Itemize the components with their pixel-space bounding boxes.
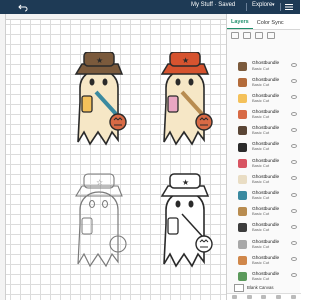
layer-item[interactable]: Ghostbundle Basic Cut — [227, 171, 301, 187]
hamburger-menu-icon[interactable] — [285, 3, 293, 11]
layer-operation: Basic Cut — [252, 211, 270, 217]
eye-icon[interactable] — [291, 176, 297, 181]
layer-operation: Basic Cut — [252, 178, 270, 184]
eye-icon[interactable] — [291, 257, 297, 262]
attach-icon[interactable] — [261, 295, 267, 299]
eye-icon[interactable] — [291, 160, 297, 165]
layer-operation: Basic Cut — [252, 275, 270, 281]
eye-icon[interactable] — [291, 143, 297, 148]
combine-icon[interactable] — [246, 295, 252, 299]
layer-thumbnail — [238, 174, 247, 184]
delete-icon[interactable] — [267, 32, 275, 39]
layer-item[interactable]: Ghostbundle Basic Cut — [227, 74, 301, 90]
eye-icon[interactable] — [291, 111, 297, 116]
layer-thumbnail — [238, 93, 247, 103]
layer-thumbnail — [238, 61, 247, 71]
flatten-icon[interactable] — [276, 295, 282, 299]
blank-canvas-swatch — [234, 283, 244, 292]
layer-thumbnail — [238, 77, 247, 87]
svg-text:★: ★ — [182, 178, 189, 187]
vertical-ruler — [0, 14, 6, 300]
layer-item[interactable]: Ghostbundle Basic Cut — [227, 155, 301, 171]
layer-thumbnail — [238, 142, 247, 152]
layer-item[interactable]: Ghostbundle Basic Cut — [227, 188, 301, 204]
layer-thumbnail — [238, 207, 247, 217]
layer-operation: Basic Cut — [252, 97, 270, 103]
divider — [280, 3, 281, 11]
layer-item[interactable]: Ghostbundle Basic Cut — [227, 204, 301, 220]
layer-operation: Basic Cut — [252, 259, 270, 265]
layer-item[interactable]: Ghostbundle Basic Cut — [227, 220, 301, 236]
layer-operation: Basic Cut — [252, 146, 270, 152]
eye-icon[interactable] — [291, 95, 297, 100]
layer-operation: Basic Cut — [252, 81, 270, 87]
layer-item[interactable]: Ghostbundle Basic Cut — [227, 236, 301, 252]
eye-icon[interactable] — [291, 241, 297, 246]
svg-text:★: ★ — [96, 56, 103, 65]
horizontal-ruler — [0, 14, 226, 20]
ungroup-icon[interactable] — [243, 32, 251, 39]
eye-icon[interactable] — [291, 192, 297, 197]
layer-item[interactable]: Ghostbundle Basic Cut — [227, 123, 301, 139]
panel-toolbar — [227, 30, 300, 42]
layer-item[interactable]: Ghostbundle Basic Cut — [227, 107, 301, 123]
top-bar: My Stuff · Saved Explore ▾ — [0, 0, 300, 14]
layer-operation: Basic Cut — [252, 162, 270, 168]
chevron-down-icon[interactable]: ▾ — [272, 2, 275, 8]
undo-icon[interactable] — [18, 2, 28, 12]
layer-operation: Basic Cut — [252, 243, 270, 249]
eye-icon[interactable] — [291, 208, 297, 213]
layer-thumbnail — [238, 191, 247, 201]
layer-operation: Basic Cut — [252, 65, 270, 71]
layer-thumbnail — [238, 255, 247, 265]
svg-text:☆: ☆ — [96, 178, 103, 187]
layer-thumbnail — [238, 272, 247, 282]
layer-thumbnail — [238, 239, 247, 249]
layer-actions-toolbar — [227, 293, 301, 300]
layer-operation: Basic Cut — [252, 227, 270, 233]
layer-operation: Basic Cut — [252, 195, 270, 201]
project-title: My Stuff · Saved — [191, 2, 236, 8]
tab-layers[interactable]: Layers — [227, 19, 253, 29]
blank-canvas-label: Blank Canvas — [247, 285, 274, 290]
layer-item[interactable]: Ghostbundle Basic Cut — [227, 139, 301, 155]
eye-icon[interactable] — [291, 273, 297, 278]
layer-thumbnail — [238, 126, 247, 136]
divider — [246, 3, 247, 11]
ghost-outline-right[interactable]: ★ — [160, 173, 213, 268]
eye-icon[interactable] — [291, 127, 297, 132]
ghost-color-brown-hat[interactable]: ★ — [74, 52, 127, 146]
layers-list: Ghostbundle Basic Cut Ghostbundle Basic Cu… — [227, 58, 301, 285]
layer-thumbnail — [238, 223, 247, 233]
layer-item[interactable]: Ghostbundle Basic Cut — [227, 90, 301, 106]
layer-item[interactable]: Ghostbundle Basic Cut — [227, 58, 301, 74]
layers-panel: Layers Color Sync Ghostbundle Basic Cut G… — [226, 14, 301, 300]
eye-icon[interactable] — [291, 63, 297, 67]
group-icon[interactable] — [231, 32, 239, 39]
slice-icon[interactable] — [231, 295, 237, 299]
duplicate-icon[interactable] — [255, 32, 263, 39]
layer-operation: Basic Cut — [252, 130, 270, 136]
tab-color-sync[interactable]: Color Sync — [253, 20, 288, 29]
svg-text:★: ★ — [182, 56, 189, 65]
layer-operation: Basic Cut — [252, 114, 270, 120]
eye-icon[interactable] — [291, 224, 297, 229]
layer-item[interactable]: Ghostbundle Basic Cut — [227, 252, 301, 268]
ghost-outline-left[interactable]: ☆ — [75, 173, 127, 268]
contour-icon[interactable] — [291, 295, 297, 299]
panel-tabs: Layers Color Sync — [227, 14, 300, 30]
eye-icon[interactable] — [291, 79, 297, 84]
blank-canvas-layer[interactable]: Blank Canvas — [231, 283, 297, 292]
ghost-color-orange-hat[interactable]: ★ — [160, 52, 213, 146]
explore-menu[interactable]: Explore — [252, 2, 272, 8]
ghost-artwork[interactable]: ★ ★ ☆ ★ — [60, 52, 228, 292]
layer-thumbnail — [238, 110, 247, 120]
layer-thumbnail — [238, 158, 247, 168]
